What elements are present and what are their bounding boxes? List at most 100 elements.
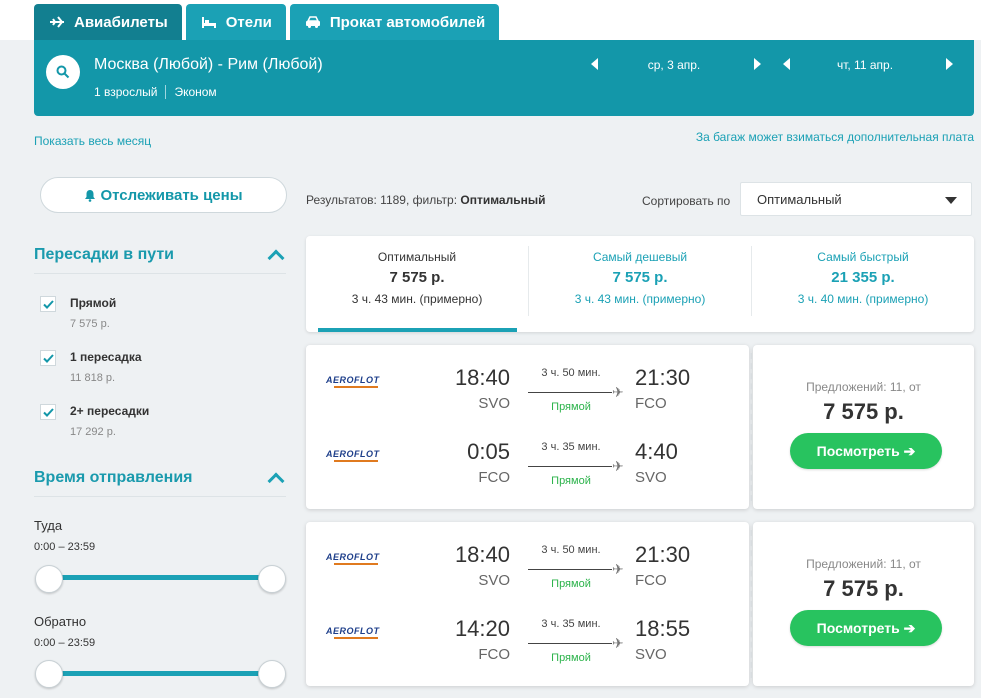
car-icon: [304, 15, 322, 29]
outbound-slider-min-handle[interactable]: [35, 565, 63, 593]
arrival-time: 21:30: [635, 365, 691, 390]
bed-icon: [200, 15, 218, 29]
search-icon: [56, 65, 70, 79]
flight-duration: 3 ч. 35 мин.: [541, 618, 601, 630]
stops-info: Прямой: [551, 401, 591, 413]
offer-itinerary: AEROFLOT 18:40 SVO 3 ч. 50 мин. ✈ Прямой…: [306, 522, 749, 686]
tab-flights[interactable]: Авиабилеты: [34, 4, 182, 40]
ticket-divider: [750, 530, 752, 678]
route-line: [528, 569, 612, 570]
outbound-slider-label: Туда: [34, 518, 63, 533]
route-field[interactable]: Москва (Любой) - Рим (Любой): [94, 56, 323, 74]
outbound-slider-track[interactable]: [48, 575, 272, 580]
chevron-up-icon[interactable]: [267, 472, 285, 490]
plane-icon: ✈: [612, 458, 624, 474]
return-next-arrow-icon[interactable]: [946, 58, 953, 70]
offer-price-panel: Предложений: 11, от 7 575 р. Посмотреть …: [753, 345, 974, 509]
return-date[interactable]: чт, 11 апр.: [825, 58, 905, 72]
departure-time: 0:05: [467, 439, 510, 464]
track-prices-button[interactable]: Отслеживать цены: [40, 177, 287, 213]
plane-icon: ✈: [612, 384, 624, 400]
offer-card[interactable]: AEROFLOT 18:40 SVO 3 ч. 50 мин. ✈ Прямой…: [306, 522, 974, 686]
plane-icon: [48, 15, 66, 29]
arrival-airport: FCO: [635, 395, 667, 412]
stops-filter-header[interactable]: Пересадки в пути: [34, 246, 286, 274]
route-line: [528, 643, 612, 644]
sort-tab-fastest[interactable]: Самый быстрый 21 355 р. 3 ч. 40 мин. (пр…: [752, 236, 974, 332]
show-month-link[interactable]: Показать весь месяц: [34, 134, 151, 148]
passengers-field[interactable]: 1 взрослый Эконом: [94, 85, 217, 99]
active-tab-underline: [318, 328, 517, 332]
check-icon: [42, 299, 54, 309]
airline-logo-text: AEROFLOT: [326, 449, 380, 459]
sort-select[interactable]: Оптимальный: [740, 182, 972, 216]
flight-duration: 3 ч. 50 мин.: [541, 544, 601, 556]
sort-tab-duration: 3 ч. 40 мин. (примерно): [797, 292, 929, 306]
offer-price: 7 575 р.: [823, 399, 904, 424]
track-prices-label: Отслеживать цены: [100, 186, 243, 204]
stops-option-price: 11 818 р.: [70, 372, 116, 384]
sort-tab-optimal[interactable]: Оптимальный 7 575 р. 3 ч. 43 мин. (приме…: [306, 236, 528, 332]
sort-tab-duration: 3 ч. 43 мин. (примерно): [351, 292, 483, 306]
airline-logo-text: AEROFLOT: [326, 626, 380, 636]
offer-card[interactable]: AEROFLOT 18:40 SVO 3 ч. 50 мин. ✈ Прямой…: [306, 345, 974, 509]
plane-icon: ✈: [612, 561, 624, 577]
plane-icon: ✈: [612, 635, 624, 651]
offer-price-panel: Предложений: 11, от 7 575 р. Посмотреть …: [753, 522, 974, 686]
depart-date[interactable]: ср, 3 апр.: [634, 58, 714, 72]
divider: [165, 85, 167, 99]
baggage-note-link[interactable]: За багаж может взиматься дополнительная …: [696, 130, 974, 144]
arrival-airport: FCO: [635, 572, 667, 589]
product-tabs: Авиабилеты Отели Прокат автомобилей: [34, 4, 500, 40]
sort-tab-duration: 3 ч. 43 мин. (примерно): [574, 292, 706, 306]
results-summary: Результатов: 1189, фильтр: Оптимальный: [306, 193, 545, 207]
sort-tab-title: Самый дешевый: [592, 250, 688, 264]
route-line: [528, 466, 612, 467]
chevron-up-icon[interactable]: [267, 249, 285, 267]
return-slider-track[interactable]: [48, 671, 272, 676]
passengers-count: 1 взрослый: [94, 85, 158, 99]
sort-selected-value: Оптимальный: [757, 191, 842, 207]
tab-hotels[interactable]: Отели: [185, 4, 286, 40]
tab-label: Прокат автомобилей: [329, 13, 486, 31]
sort-tab-price: 7 575 р.: [389, 269, 445, 286]
departure-time: 18:40: [454, 542, 510, 567]
depart-next-arrow-icon[interactable]: [754, 58, 761, 70]
ticket-divider: [750, 353, 752, 501]
offer-itinerary: AEROFLOT 18:40 SVO 3 ч. 50 мин. ✈ Прямой…: [306, 345, 749, 509]
logo-stripe: [334, 637, 378, 639]
sort-tab-price: 21 355 р.: [831, 269, 895, 286]
stops-option-label: 2+ пересадки: [70, 404, 150, 418]
departure-filter-header[interactable]: Время отправления: [34, 469, 286, 497]
sort-label: Сортировать по: [642, 194, 731, 208]
stops-option-price: 7 575 р.: [70, 318, 110, 330]
view-offer-button[interactable]: Посмотреть ➔: [790, 610, 942, 646]
return-slider-max-handle[interactable]: [258, 660, 286, 688]
airline-logo: AEROFLOT: [326, 449, 382, 465]
stops-info: Прямой: [551, 652, 591, 664]
return-slider-min-handle[interactable]: [35, 660, 63, 688]
sort-tabs: Оптимальный 7 575 р. 3 ч. 43 мин. (приме…: [306, 236, 974, 332]
arrival-time: 21:30: [635, 542, 691, 567]
return-prev-arrow-icon[interactable]: [783, 58, 790, 70]
search-button[interactable]: [46, 55, 80, 89]
airline-logo: AEROFLOT: [326, 626, 382, 642]
results-filter-name: Оптимальный: [460, 193, 546, 207]
stops-two-plus-checkbox[interactable]: [40, 404, 56, 420]
return-range: 0:00 – 23:59: [34, 637, 96, 649]
offers-count: Предложений: 11, от: [806, 380, 921, 394]
stops-direct-checkbox[interactable]: [40, 296, 56, 312]
search-bar: Москва (Любой) - Рим (Любой) 1 взрослый …: [34, 40, 974, 116]
outbound-slider-max-handle[interactable]: [258, 565, 286, 593]
tab-label: Авиабилеты: [74, 13, 168, 31]
stops-one-checkbox[interactable]: [40, 350, 56, 366]
flight-duration: 3 ч. 35 мин.: [541, 441, 601, 453]
arrival-time: 4:40: [635, 439, 678, 464]
view-offer-button[interactable]: Посмотреть ➔: [790, 433, 942, 469]
stops-filter-title: Пересадки в пути: [34, 246, 175, 263]
arrival-airport: SVO: [635, 646, 667, 663]
sort-tab-cheapest[interactable]: Самый дешевый 7 575 р. 3 ч. 43 мин. (при…: [529, 236, 751, 332]
tab-car-rental[interactable]: Прокат автомобилей: [289, 4, 500, 40]
departure-time: 14:20: [454, 616, 510, 641]
depart-prev-arrow-icon[interactable]: [591, 58, 598, 70]
